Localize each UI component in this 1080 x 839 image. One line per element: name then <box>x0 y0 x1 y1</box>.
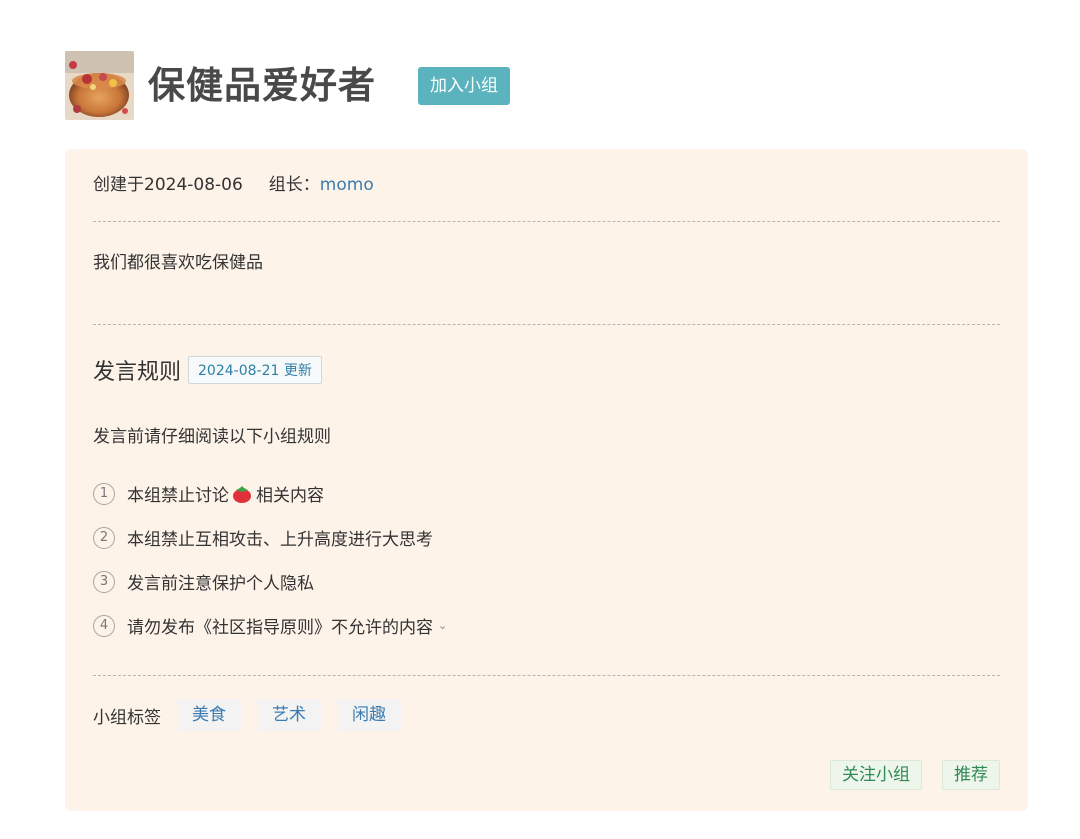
tags-label: 小组标签 <box>93 707 161 728</box>
tag-art[interactable]: 艺术 <box>257 699 321 731</box>
group-title: 保健品爱好者 <box>148 64 376 107</box>
owner-label: 组长： <box>268 175 320 195</box>
tea-avatar-image <box>65 51 134 120</box>
rule-number: 4 <box>93 614 115 637</box>
divider <box>93 675 1000 676</box>
join-group-button[interactable]: 加入小组 <box>418 66 510 105</box>
rule-text: 请勿发布《社区指导原则》不允许的内容 <box>127 618 433 638</box>
rule-item: 3 发言前注意保护个人隐私 <box>93 569 314 594</box>
rule-text: 本组禁止讨论 <box>127 486 229 506</box>
rules-title: 发言规则 <box>93 360 182 385</box>
group-header: 保健品爱好者 加入小组 <box>65 51 510 120</box>
follow-group-button[interactable]: 关注小组 <box>830 760 922 790</box>
group-actions: 关注小组 推荐 <box>830 760 1000 790</box>
rule-number: 1 <box>93 482 115 505</box>
rule-number: 3 <box>93 570 115 593</box>
rule-item: 2 本组禁止互相攻击、上升高度进行大思考 <box>93 525 433 550</box>
rules-updated-badge: 2024-08-21 更新 <box>188 356 322 384</box>
created-date: 创建于2024-08-06 <box>93 175 243 195</box>
rule-text: 发言前注意保护个人隐私 <box>127 574 314 594</box>
group-info-card: 创建于2024-08-06 组长：momo 我们都很喜欢吃保健品 发言规则 202… <box>65 149 1028 811</box>
divider <box>93 324 1000 325</box>
owner-link[interactable]: momo <box>320 175 374 195</box>
group-tags: 小组标签 美食 艺术 闲趣 <box>93 699 401 731</box>
recommend-button[interactable]: 推荐 <box>942 760 1000 790</box>
group-intro: 我们都很喜欢吃保健品 <box>93 253 263 273</box>
tag-leisure[interactable]: 闲趣 <box>337 699 401 731</box>
chevron-down-icon[interactable]: ⌄ <box>438 619 447 632</box>
rule-item: 1 本组禁止讨论 相关内容 <box>93 481 324 506</box>
tomato-icon <box>233 485 251 503</box>
group-avatar[interactable] <box>65 51 134 120</box>
tag-food[interactable]: 美食 <box>177 699 241 731</box>
rule-text: 相关内容 <box>256 486 324 506</box>
divider <box>93 221 1000 222</box>
group-meta: 创建于2024-08-06 组长：momo <box>93 174 374 196</box>
rules-header: 发言规则 2024-08-21 更新 <box>93 354 322 386</box>
rules-description: 发言前请仔细阅读以下小组规则 <box>93 427 331 447</box>
rule-number: 2 <box>93 526 115 549</box>
rule-item: 4 请勿发布《社区指导原则》不允许的内容 ⌄ <box>93 613 447 638</box>
rule-text: 本组禁止互相攻击、上升高度进行大思考 <box>127 530 433 550</box>
